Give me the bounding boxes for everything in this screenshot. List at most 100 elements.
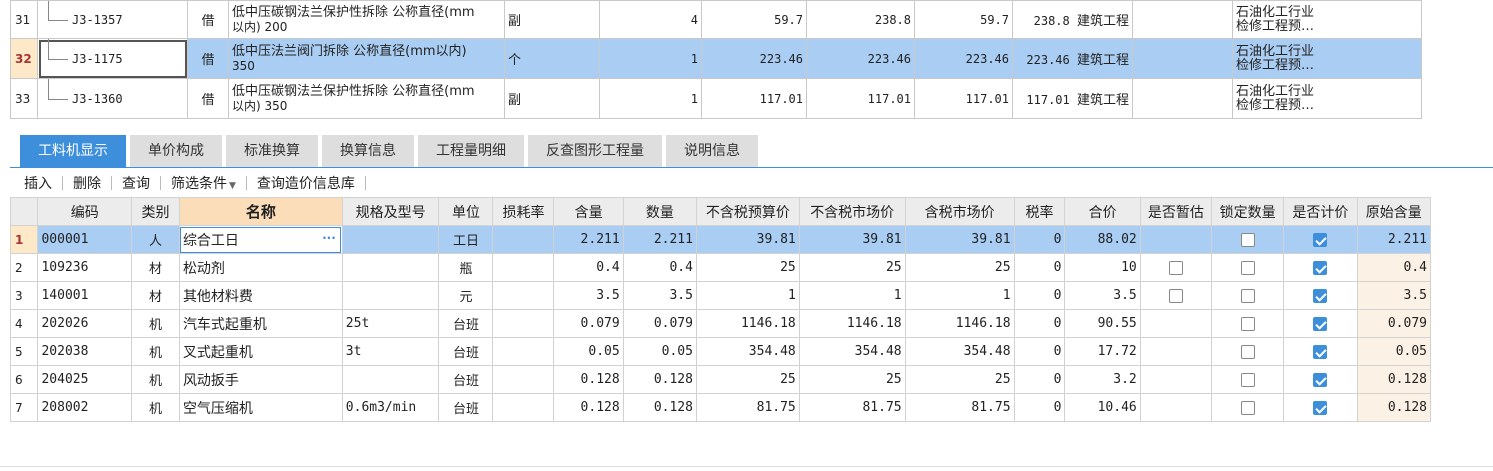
quota-qty[interactable]: 4 [599,0,702,39]
resource-original-content[interactable]: 0.4 [1356,253,1432,282]
quota-name[interactable]: 低中压碳钢法兰保护性拆除 公称直径(mm 以内) 200 [228,0,505,39]
header-is-priced[interactable]: 是否计价 [1283,197,1358,226]
resource-code[interactable]: 204025 [37,365,133,394]
lock-qty-cell[interactable] [1210,253,1285,282]
is-priced-cell[interactable] [1283,309,1358,338]
resource-name[interactable]: 其他材料费 [178,281,343,310]
quota-price-1[interactable]: 117.01 [701,78,807,119]
resource-spec[interactable] [341,365,440,394]
resource-name[interactable]: 风动扳手 [178,365,343,394]
resource-total[interactable]: 10 [1064,253,1141,282]
header-code[interactable]: 编码 [37,197,133,226]
quota-unit[interactable]: 副 [504,78,600,119]
resource-name[interactable]: 汽车式起重机 [178,309,343,338]
resource-taxed-price[interactable]: 1146.18 [904,309,1015,338]
resource-row[interactable]: 2 109236 材 松动剂 瓶 0.4 0.4 25 25 25 0 10 0.4 [9,253,1432,282]
is-priced-cell[interactable] [1283,337,1358,366]
more-options-icon[interactable]: ··· [322,231,336,245]
quota-type[interactable]: 借 [187,0,229,39]
resource-tax-rate[interactable]: 0 [1013,365,1066,394]
lock-qty-cell[interactable] [1210,225,1285,254]
resource-market-price[interactable]: 1146.18 [798,309,906,338]
resource-total[interactable]: 88.02 [1064,225,1141,254]
resource-content[interactable]: 0.128 [553,393,624,422]
resource-unit[interactable]: 台班 [438,393,494,422]
quota-profession[interactable]: 石油化工行业 检修工程预… [1232,78,1422,119]
tab-standard-conversion[interactable]: 标准换算 [226,135,318,167]
resource-spec[interactable]: 3t [341,337,440,366]
row-number[interactable]: 32 [10,38,38,79]
resource-total[interactable]: 3.2 [1064,365,1141,394]
resource-original-content[interactable]: 0.128 [1356,365,1432,394]
lock-qty-checkbox[interactable] [1240,316,1255,331]
quota-extra[interactable] [1132,0,1233,39]
is-priced-checkbox[interactable] [1313,316,1328,331]
quota-profession[interactable]: 石油化工行业 检修工程预… [1232,38,1422,79]
resource-code[interactable]: 109236 [37,253,133,282]
resource-code[interactable]: 202026 [37,309,133,338]
is-estimate-checkbox[interactable] [1168,260,1183,275]
row-number[interactable]: 6 [9,365,39,394]
quota-extra[interactable] [1132,38,1233,79]
resource-total[interactable]: 10.46 [1064,393,1141,422]
quota-unit[interactable]: 副 [504,0,600,39]
resource-total[interactable]: 17.72 [1064,337,1141,366]
is-priced-checkbox[interactable] [1313,400,1328,415]
resource-market-price[interactable]: 354.48 [798,337,906,366]
quota-qty[interactable]: 1 [599,78,702,119]
resource-loss-rate[interactable] [492,253,555,282]
lock-qty-cell[interactable] [1210,365,1285,394]
resource-market-price[interactable]: 1 [798,281,906,310]
resource-quantity[interactable]: 3.5 [622,281,697,310]
quota-row[interactable]: 32 J3-1175 借 低中压法兰阀门拆除 公称直径(mm以内) 350 个 1… [10,38,1422,79]
header-lock-qty[interactable]: 锁定数量 [1210,197,1285,226]
quota-price-4[interactable]: 238.8 建筑工程 [1012,0,1133,39]
resource-budget-price[interactable]: 25 [695,365,800,394]
resource-tax-rate[interactable]: 0 [1013,253,1066,282]
quota-price-2[interactable]: 117.01 [806,78,915,119]
resource-tax-rate[interactable]: 0 [1013,337,1066,366]
resource-quantity[interactable]: 0.128 [622,365,697,394]
lock-qty-checkbox[interactable] [1240,344,1255,359]
resource-taxed-price[interactable]: 81.75 [904,393,1015,422]
resource-total[interactable]: 90.55 [1064,309,1141,338]
resource-content[interactable]: 0.4 [553,253,624,282]
row-number[interactable]: 33 [10,78,38,119]
resource-spec[interactable] [341,253,440,282]
resource-quantity[interactable]: 0.4 [622,253,697,282]
quota-name[interactable]: 低中压法兰阀门拆除 公称直径(mm以内) 350 [228,38,505,79]
tab-reverse-graphic-quantity[interactable]: 反查图形工程量 [528,135,662,167]
is-priced-checkbox[interactable] [1313,232,1328,247]
resource-code[interactable]: 202038 [37,337,133,366]
resource-content[interactable]: 0.05 [553,337,624,366]
resource-unit[interactable]: 元 [438,281,494,310]
resource-name[interactable]: 综合工日 ··· [178,225,343,254]
header-category[interactable]: 类别 [131,197,180,226]
header-total[interactable]: 合价 [1064,197,1141,226]
lock-qty-checkbox[interactable] [1240,260,1255,275]
quota-extra[interactable] [1132,78,1233,119]
lock-qty-cell[interactable] [1210,281,1285,310]
lock-qty-cell[interactable] [1210,309,1285,338]
resource-taxed-price[interactable]: 1 [904,281,1015,310]
resource-content[interactable]: 0.079 [553,309,624,338]
quota-code[interactable]: J3-1360 [37,78,188,119]
resource-category[interactable]: 机 [131,337,180,366]
is-priced-checkbox[interactable] [1313,372,1328,387]
is-estimate-cell[interactable] [1139,253,1212,282]
quota-price-4[interactable]: 223.46 建筑工程 [1012,38,1133,79]
resource-category[interactable]: 机 [131,365,180,394]
resource-unit[interactable]: 台班 [438,365,494,394]
resource-unit[interactable]: 工日 [438,225,494,254]
lock-qty-checkbox[interactable] [1240,232,1255,247]
resource-tax-rate[interactable]: 0 [1013,393,1066,422]
insert-button[interactable]: 插入 [14,173,62,193]
header-budget-price[interactable]: 不含税预算价 [695,197,800,226]
resource-tax-rate[interactable]: 0 [1013,225,1066,254]
resource-loss-rate[interactable] [492,309,555,338]
resource-taxed-price[interactable]: 25 [904,365,1015,394]
resource-loss-rate[interactable] [492,337,555,366]
row-number[interactable]: 3 [9,281,39,310]
resource-unit[interactable]: 台班 [438,337,494,366]
resource-category[interactable]: 材 [131,253,180,282]
